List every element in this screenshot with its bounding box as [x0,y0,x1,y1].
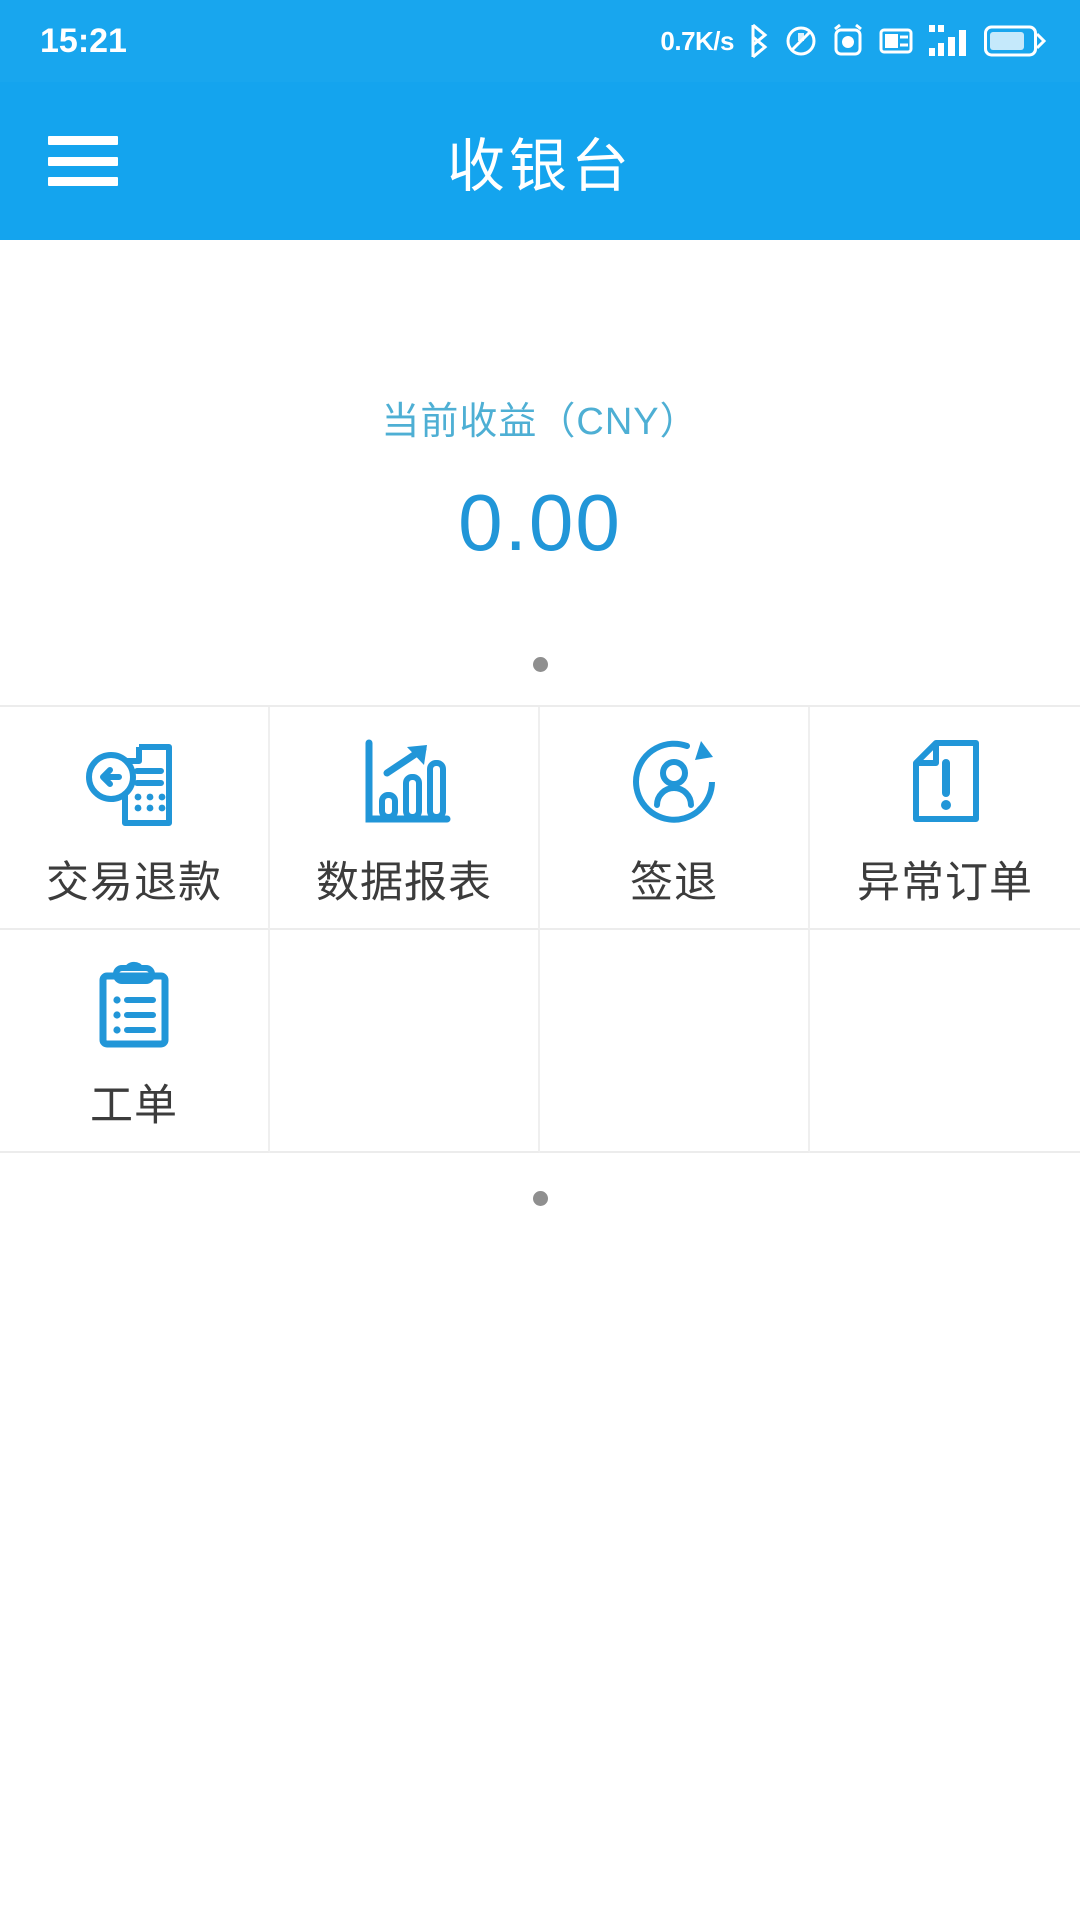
earnings-carousel-indicator[interactable] [0,657,1080,672]
mute-icon [786,26,816,56]
app-header: 收银台 [0,82,1080,240]
status-bar-icons: 0.7K/s [660,22,1046,60]
carousel-dot[interactable] [532,1191,548,1206]
grid-item-label: 数据报表 [316,858,492,907]
grid-item-label: 签退 [630,858,718,907]
grid-item-work-order[interactable]: 工单 [0,930,270,1153]
function-grid-wrapper: 交易退款 数据报表 签退 异常订单 工单 [0,705,1080,1153]
grid-item-empty [540,930,810,1153]
grid-carousel-indicator[interactable] [0,1191,1080,1206]
sd-card-icon [879,28,913,54]
hamburger-bar [48,156,118,166]
alarm-icon [834,23,862,56]
transaction-refund-icon [81,726,187,834]
grid-item-transaction-refund[interactable]: 交易退款 [0,707,270,930]
grid-item-label: 工单 [90,1081,178,1130]
battery-icon [984,24,1046,58]
grid-item-empty [810,930,1080,1153]
grid-item-label: 交易退款 [46,858,222,907]
sign-out-user-icon [621,726,727,834]
hamburger-menu-icon[interactable] [48,136,118,186]
earnings-amount: 0.00 [458,478,622,567]
status-bar: 15:21 0.7K/s [0,0,1080,82]
data-report-chart-icon [351,726,457,834]
grid-item-abnormal-order[interactable]: 异常订单 [810,707,1080,930]
bluetooth-icon [751,23,768,59]
hamburger-bar [48,177,118,186]
work-order-clipboard-icon [81,949,187,1057]
grid-item-sign-out[interactable]: 签退 [540,707,810,930]
grid-item-empty [270,930,540,1153]
earnings-label: 当前收益（CNY） [381,401,699,443]
abnormal-order-document-icon [892,726,998,834]
status-bar-clock: 15:21 [40,22,127,60]
grid-item-label: 异常订单 [857,858,1033,907]
function-grid: 交易退款 数据报表 签退 异常订单 工单 [0,705,1080,1153]
page-title: 收银台 [446,134,633,199]
signal-icon [929,25,966,56]
carousel-dot[interactable] [532,657,548,672]
app-root: 15:21 0.7K/s 收银台 当前收益（CNY） 0.00 交易退款 数据报… [0,0,1080,1920]
hamburger-bar [48,136,118,145]
content-filler [0,1206,1080,1920]
earnings-panel: 当前收益（CNY） 0.00 [0,240,1080,569]
grid-item-data-report[interactable]: 数据报表 [270,707,540,930]
network-speed-label: 0.7K/s [660,25,734,56]
